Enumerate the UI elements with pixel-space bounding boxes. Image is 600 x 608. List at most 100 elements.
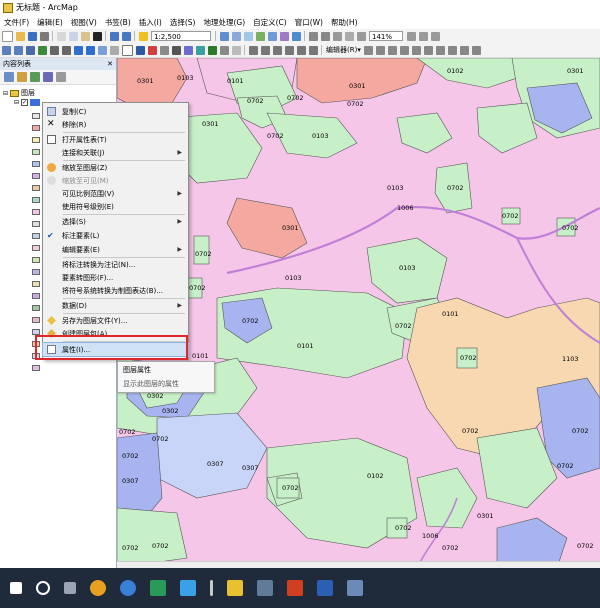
edit-tool-icon[interactable] [460, 45, 470, 55]
menu-insert[interactable]: 插入(I) [135, 17, 166, 28]
layout-tool-icon[interactable] [308, 31, 318, 41]
menu-item-data[interactable]: 数据(D) ▶ [43, 299, 188, 312]
layout-tool-icon[interactable] [320, 31, 330, 41]
menu-item-save-as-layer-file[interactable]: 另存为图层文件(Y)... [43, 314, 188, 327]
map-canvas[interactable]: 0301 0103 0101 0702 0702 0702 0301 0102 … [117, 58, 600, 568]
search-icon[interactable] [36, 581, 50, 595]
time-slider-icon[interactable] [219, 45, 229, 55]
edit-tool-icon[interactable] [388, 45, 398, 55]
edit-tool-icon[interactable] [436, 45, 446, 55]
edit-tool-icon[interactable] [472, 45, 482, 55]
toc-close-icon[interactable]: ✕ [107, 60, 113, 68]
map-view[interactable]: 0301 0103 0101 0702 0702 0702 0301 0102 … [117, 58, 600, 568]
layout-zoom-combo[interactable]: 141% [369, 31, 403, 41]
app-icon[interactable] [180, 580, 196, 596]
georef-tool-icon[interactable] [272, 45, 282, 55]
windows-start-icon[interactable] [10, 582, 22, 594]
menu-item-zoom-to-visible[interactable]: 缩放至可见(M) [43, 174, 188, 187]
menu-geoprocessing[interactable]: 地理处理(G) [199, 17, 249, 28]
fixed-zoom-in-icon[interactable] [49, 45, 59, 55]
app-icon[interactable] [347, 580, 363, 596]
add-data-icon[interactable] [138, 31, 148, 41]
browser-icon[interactable] [120, 580, 136, 596]
menu-item-use-symbol-levels[interactable]: 使用符号级别(E) [43, 200, 188, 213]
layout-tool-icon[interactable] [406, 31, 416, 41]
list-by-source-icon[interactable] [16, 72, 27, 82]
layout-tool-icon[interactable] [418, 31, 428, 41]
edit-tool-icon[interactable] [412, 45, 422, 55]
editor-menu-button[interactable]: 编辑器(R)▾ [326, 45, 361, 55]
edit-tool-icon[interactable] [400, 45, 410, 55]
georef-tool-icon[interactable] [260, 45, 270, 55]
layer-item[interactable]: ⊟ ✓ [14, 99, 41, 106]
menu-item-visible-scale-range[interactable]: 可见比例范围(V) ▶ [43, 187, 188, 200]
powerpoint-icon[interactable] [287, 580, 303, 596]
go-to-xy-icon[interactable] [207, 45, 217, 55]
print-icon[interactable] [39, 31, 49, 41]
table-of-contents-icon[interactable] [231, 31, 241, 41]
python-icon[interactable] [279, 31, 289, 41]
menu-edit[interactable]: 编辑(E) [33, 17, 67, 28]
layout-tool-icon[interactable] [430, 31, 440, 41]
georef-tool-icon[interactable] [308, 45, 318, 55]
redo-icon[interactable] [121, 31, 131, 41]
paste-icon[interactable] [80, 31, 90, 41]
undo-icon[interactable] [109, 31, 119, 41]
menu-bookmarks[interactable]: 书签(B) [101, 17, 135, 28]
back-arrow-icon[interactable] [73, 45, 83, 55]
editor-toolbar-icon[interactable] [219, 31, 229, 41]
find-route-icon[interactable] [195, 45, 205, 55]
copy-icon[interactable] [68, 31, 78, 41]
parcel-polygon[interactable] [117, 507, 188, 568]
arcmap-taskbar-icon[interactable] [257, 580, 273, 596]
layers-data-frame[interactable]: ⊟ 图层 [3, 88, 35, 98]
cut-icon[interactable] [56, 31, 66, 41]
georef-tool-icon[interactable] [296, 45, 306, 55]
app-icon[interactable] [210, 580, 213, 596]
layout-tool-icon[interactable] [332, 31, 342, 41]
file-explorer-icon[interactable] [227, 580, 243, 596]
map-scale-combo[interactable]: 1:2,500 [151, 31, 211, 41]
georef-tool-icon[interactable] [284, 45, 294, 55]
app-icon[interactable] [150, 580, 166, 596]
measure-icon[interactable] [171, 45, 181, 55]
menu-item-convert-features-to-graphics[interactable]: 要素转图形(F)... [43, 271, 188, 284]
collapse-icon[interactable]: ⊟ [14, 99, 19, 106]
menu-item-convert-labels[interactable]: 将标注转换为注记(N)... [43, 258, 188, 271]
menu-item-selection[interactable]: 选择(S) ▶ [43, 215, 188, 228]
catalog-icon[interactable] [243, 31, 253, 41]
list-by-selection-icon[interactable] [42, 72, 53, 82]
search-app-icon[interactable] [90, 580, 106, 596]
options-icon[interactable] [55, 72, 66, 82]
forward-arrow-icon[interactable] [85, 45, 95, 55]
delete-icon[interactable] [92, 31, 102, 41]
edit-tool-icon[interactable] [376, 45, 386, 55]
create-viewer-icon[interactable] [231, 45, 241, 55]
list-by-visibility-icon[interactable] [29, 72, 40, 82]
find-icon[interactable] [183, 45, 193, 55]
zoom-in-icon[interactable] [1, 45, 11, 55]
menu-item-remove[interactable]: ✕ 移除(R) [43, 118, 188, 131]
new-document-icon[interactable] [1, 30, 13, 42]
list-by-drawing-order-icon[interactable] [3, 72, 14, 82]
arctoolbox-icon[interactable] [267, 31, 277, 41]
edit-tool-icon[interactable] [424, 45, 434, 55]
select-elements-icon[interactable] [121, 44, 133, 56]
menu-windows[interactable]: 窗口(W) [291, 17, 327, 28]
menu-selection[interactable]: 选择(S) [166, 17, 200, 28]
pan-icon[interactable] [25, 45, 35, 55]
georef-tool-icon[interactable] [248, 45, 258, 55]
collapse-icon[interactable]: ⊟ [3, 90, 8, 97]
hyperlink-icon[interactable] [147, 45, 157, 55]
search-window-icon[interactable] [255, 31, 265, 41]
menu-help[interactable]: 帮助(H) [327, 17, 362, 28]
menu-item-edit-features[interactable]: 编辑要素(E) ▶ [43, 243, 188, 256]
layer-name-selected[interactable] [30, 99, 41, 106]
save-icon[interactable] [27, 31, 37, 41]
fixed-zoom-out-icon[interactable] [61, 45, 71, 55]
layout-tool-icon[interactable] [344, 31, 354, 41]
menu-view[interactable]: 视图(V) [67, 17, 101, 28]
menu-item-open-attribute-table[interactable]: 打开属性表(T) [43, 133, 188, 146]
full-extent-icon[interactable] [37, 45, 47, 55]
menu-item-label-features[interactable]: ✔ 标注要素(L) [43, 229, 188, 242]
